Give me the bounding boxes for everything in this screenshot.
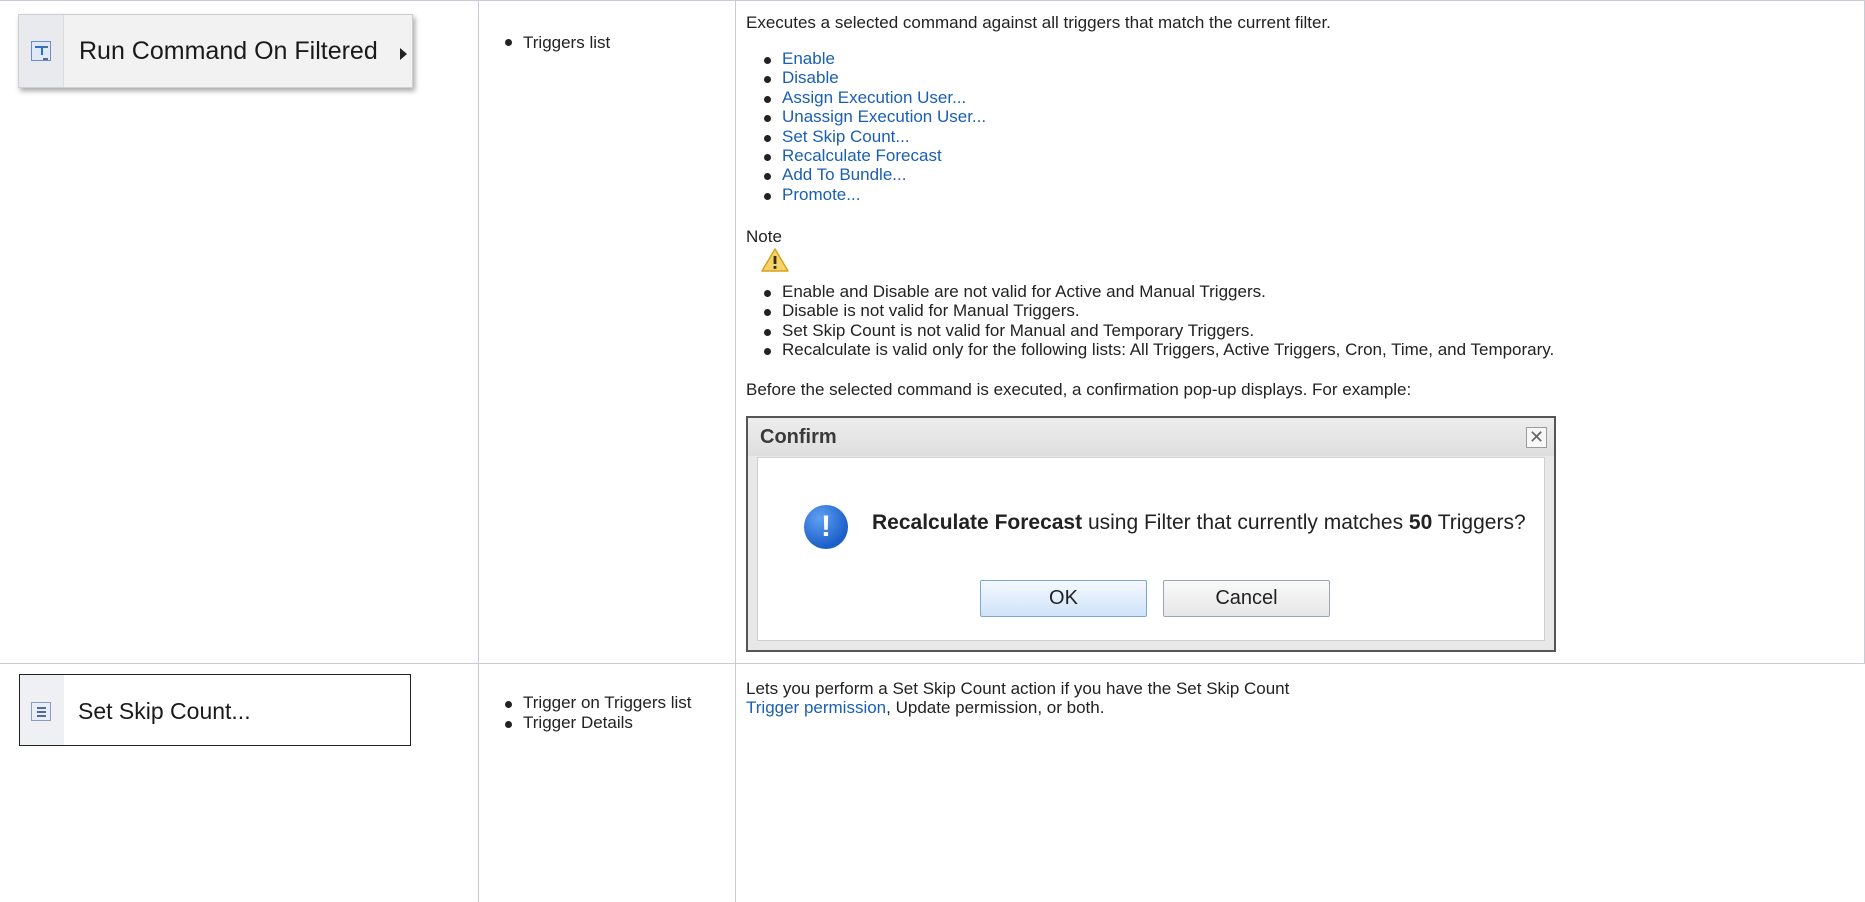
row2-location-list: Trigger on Triggers list Trigger Details (499, 693, 729, 733)
icon-line (37, 715, 46, 717)
command-link-assign-execution-user[interactable]: Assign Execution User... (782, 88, 966, 107)
command-link-add-to-bundle[interactable]: Add To Bundle... (782, 165, 906, 184)
list-item: Unassign Execution User... (758, 107, 1158, 126)
run-command-on-filtered-menu-item: Run Command On Filtered (18, 14, 413, 88)
before-text: Before the selected command is executed,… (746, 380, 1412, 399)
list-item: Recalculate Forecast (758, 146, 1158, 165)
list-item: Disable (758, 68, 1158, 87)
command-list: Enable Disable Assign Execution User... … (758, 49, 1158, 204)
cancel-button[interactable]: Cancel (1163, 580, 1330, 617)
list-item: Promote... (758, 185, 1158, 204)
icon-line (37, 711, 46, 713)
list-item: Recalculate is valid only for the follow… (758, 340, 1858, 359)
run-command-icon (31, 41, 51, 61)
dialog-titlebar: Confirm ✕ (748, 418, 1554, 456)
row1-location-list: Triggers list (499, 31, 719, 54)
description-text: , Update permission, or both. (886, 698, 1105, 717)
message-end: Triggers? (1432, 511, 1526, 534)
note-label: Note (746, 227, 782, 246)
dialog-title: Confirm (760, 426, 837, 448)
command-link-enable[interactable]: Enable (782, 49, 835, 68)
row1-intro: Executes a selected command against all … (746, 13, 1331, 32)
command-link-promote[interactable]: Promote... (782, 185, 860, 204)
skip-count-icon (31, 702, 51, 721)
list-item: Triggers list (499, 31, 719, 54)
menu-item-label: Set Skip Count... (78, 698, 251, 724)
command-link-disable[interactable]: Disable (782, 68, 839, 87)
message-count: 50 (1408, 511, 1433, 534)
note-list: Enable and Disable are not valid for Act… (758, 282, 1858, 360)
set-skip-count-menu-item: Set Skip Count... (19, 674, 411, 746)
icon-line (37, 707, 46, 709)
command-link-recalculate-forecast[interactable]: Recalculate Forecast (782, 146, 942, 165)
list-item: Enable and Disable are not valid for Act… (758, 282, 1858, 301)
confirm-dialog: Confirm ✕ ! Recalculate Forecast using F… (746, 416, 1556, 652)
dialog-message: Recalculate Forecast using Filter that c… (872, 511, 1526, 535)
message-mid: using Filter that currently matches (1082, 511, 1409, 534)
command-link-set-skip-count[interactable]: Set Skip Count... (782, 127, 910, 146)
column-divider (735, 0, 736, 902)
list-item: Add To Bundle... (758, 165, 1158, 184)
close-icon[interactable]: ✕ (1526, 427, 1547, 448)
list-item: Enable (758, 49, 1158, 68)
description-text: Lets you perform a Set Skip Count action… (746, 679, 1290, 698)
info-icon: ! (804, 505, 848, 549)
row-divider (0, 663, 1865, 664)
list-item: Disable is not valid for Manual Triggers… (758, 301, 1858, 320)
list-item: Set Skip Count... (758, 127, 1158, 146)
list-item: Trigger on Triggers list (499, 693, 729, 713)
list-item: Assign Execution User... (758, 88, 1158, 107)
menu-item-label: Run Command On Filtered (79, 37, 378, 65)
row-divider (0, 0, 1865, 1)
list-item: Trigger Details (499, 713, 729, 733)
column-divider (478, 0, 479, 902)
command-link-unassign-execution-user[interactable]: Unassign Execution User... (782, 107, 986, 126)
warning-icon (761, 248, 789, 272)
message-command: Recalculate Forecast (872, 511, 1083, 534)
list-item: Set Skip Count is not valid for Manual a… (758, 321, 1858, 340)
row2-description: Lets you perform a Set Skip Count action… (746, 679, 1306, 717)
submenu-arrow-icon (400, 48, 407, 60)
dialog-body: ! Recalculate Forecast using Filter that… (757, 457, 1545, 641)
ok-button[interactable]: OK (980, 580, 1147, 617)
trigger-permission-link[interactable]: Trigger permission (746, 698, 886, 717)
